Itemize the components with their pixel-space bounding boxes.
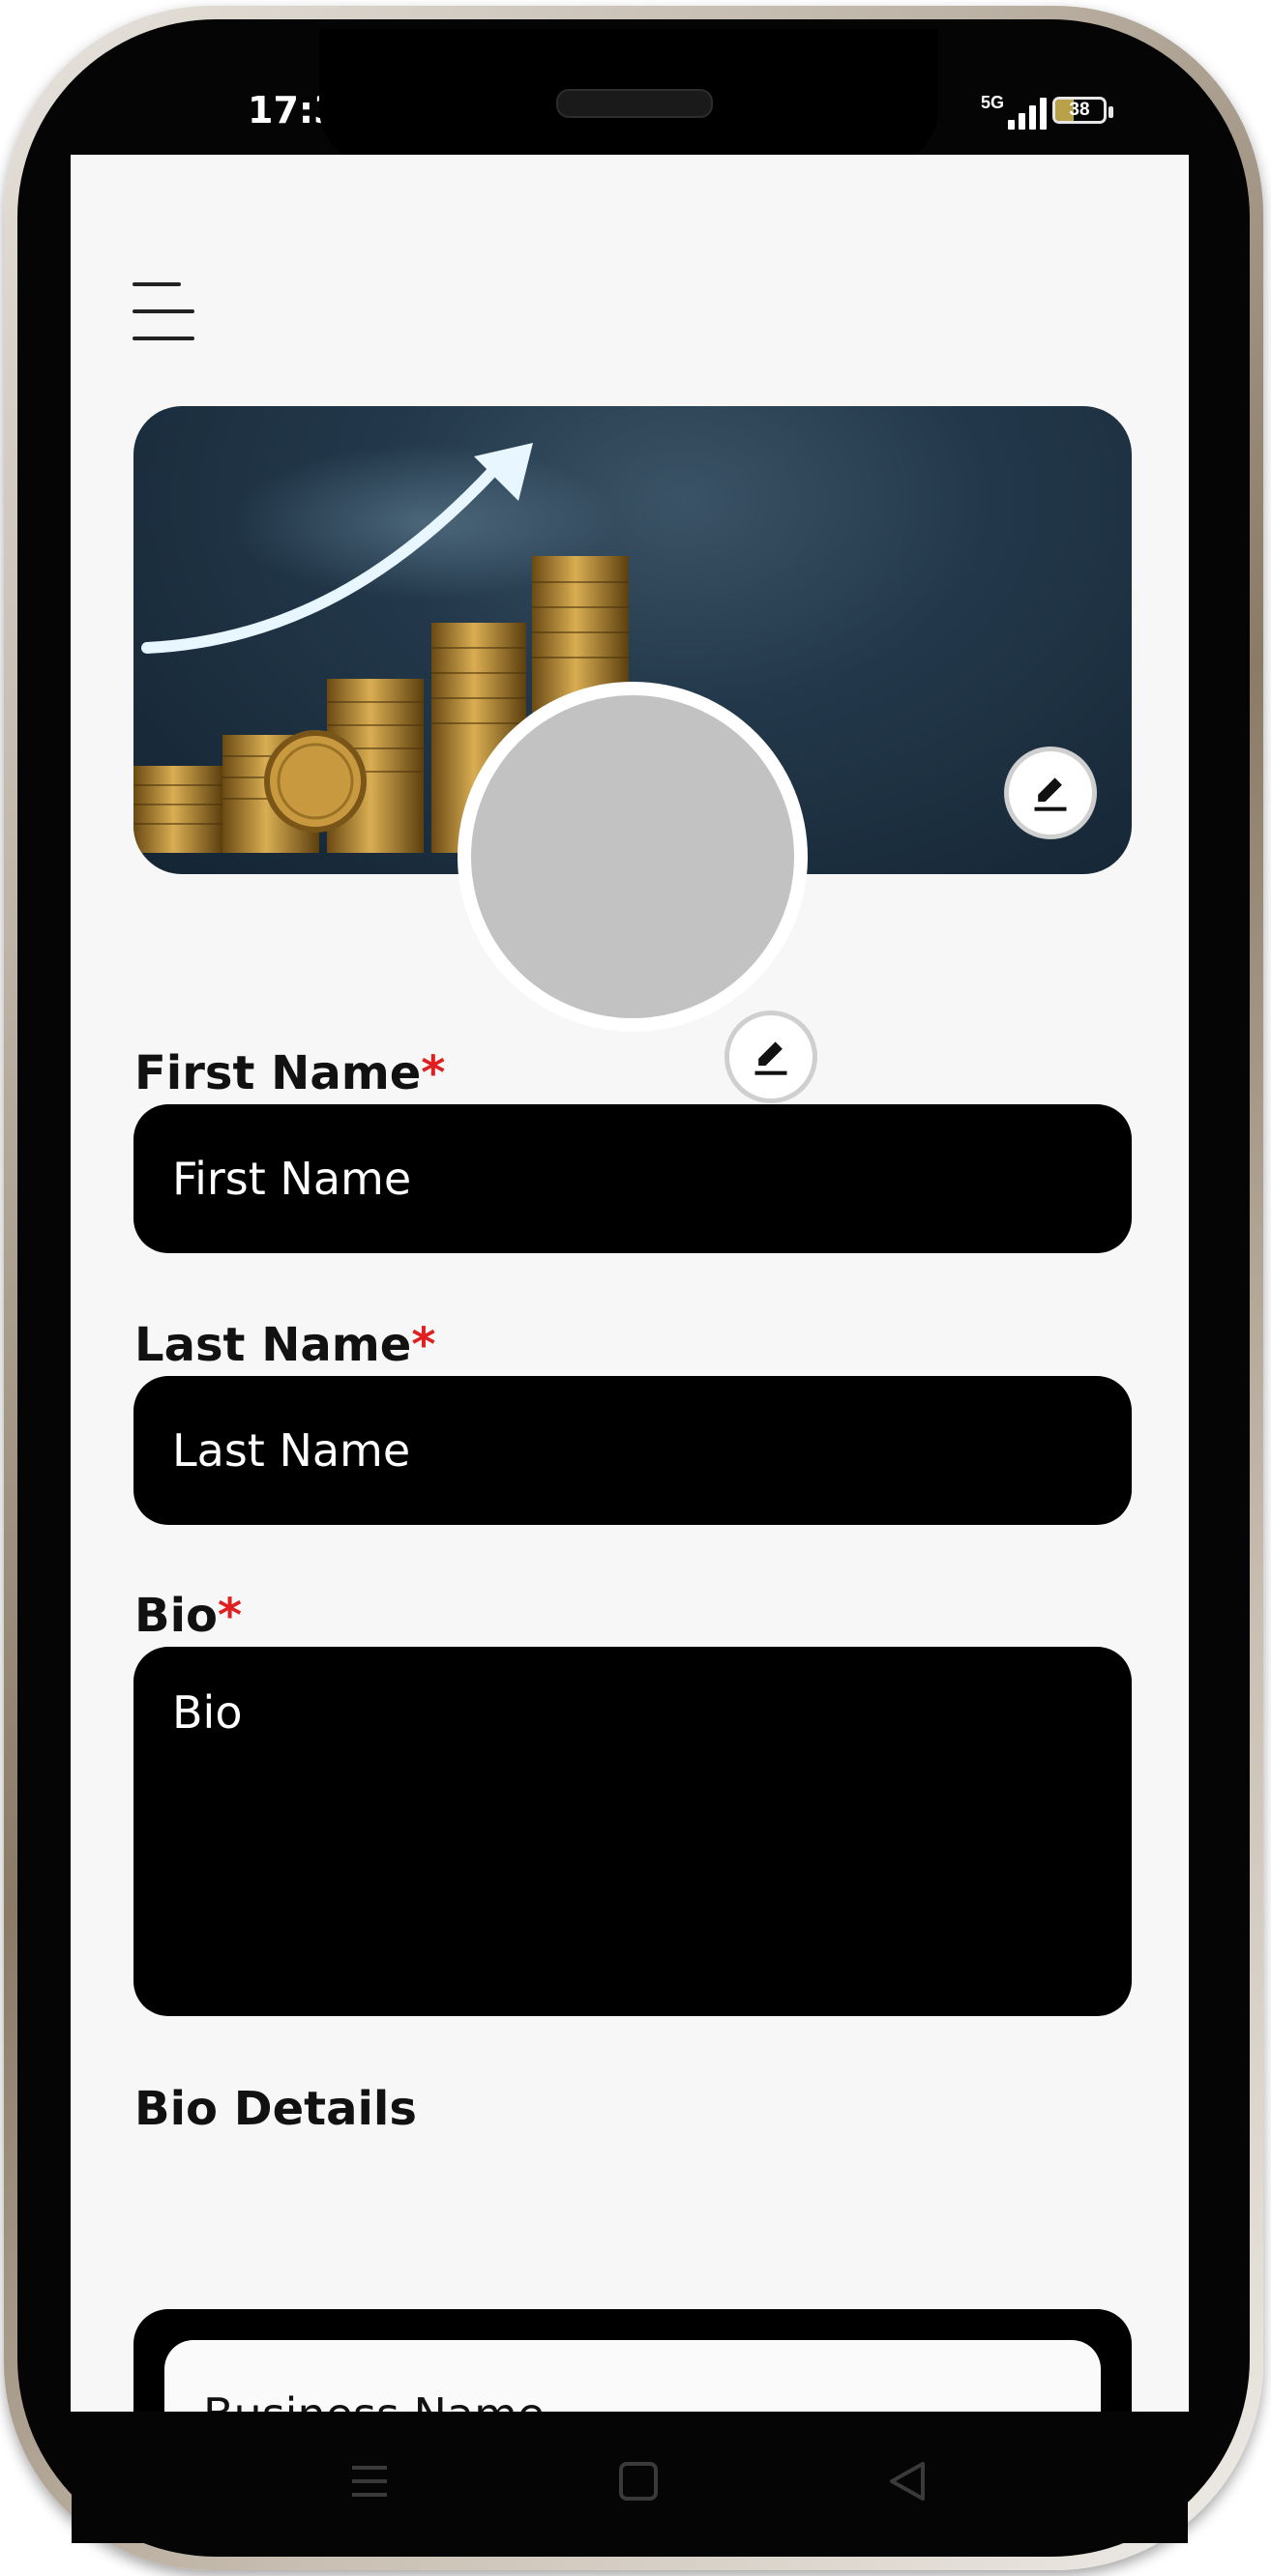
pencil-edit-icon	[1034, 777, 1067, 811]
bio-textarea[interactable]: Bio	[133, 1647, 1132, 2016]
battery-cap	[1108, 106, 1113, 118]
required-mark: *	[218, 1589, 243, 1643]
back-icon[interactable]	[886, 2460, 929, 2503]
avatar-frame	[458, 682, 808, 1032]
business-name-placeholder: Business Name	[203, 2388, 545, 2412]
signal-strength-icon	[1008, 97, 1052, 130]
edit-cover-button[interactable]	[1004, 746, 1097, 839]
edit-avatar-button[interactable]	[724, 1010, 817, 1103]
last-name-label: Last Name*	[134, 1318, 436, 1372]
status-icons: 5G 38	[967, 93, 1132, 132]
first-name-input[interactable]: First Name	[133, 1104, 1132, 1253]
bio-details-section: Business Name	[133, 2309, 1132, 2412]
system-nav-bar	[72, 2412, 1188, 2543]
first-name-placeholder: First Name	[172, 1153, 412, 1205]
last-name-placeholder: Last Name	[172, 1424, 411, 1477]
first-name-label: First Name*	[134, 1046, 446, 1100]
home-icon[interactable]	[617, 2460, 660, 2503]
required-mark: *	[411, 1318, 436, 1372]
battery-percent: 38	[1069, 100, 1090, 120]
recent-apps-icon[interactable]	[348, 2460, 391, 2503]
pencil-edit-icon	[754, 1041, 787, 1075]
earpiece-speaker	[556, 89, 713, 118]
app-screen: First Name* First Name Last Name* Last N…	[71, 155, 1189, 2412]
bio-placeholder: Bio	[172, 1686, 243, 1739]
avatar[interactable]	[471, 695, 794, 1018]
required-mark: *	[421, 1046, 446, 1100]
bio-details-heading: Bio Details	[134, 2082, 417, 2136]
network-type: 5G	[981, 93, 1005, 112]
bio-label: Bio*	[134, 1589, 243, 1643]
battery-icon: 38	[1052, 97, 1107, 124]
business-name-input[interactable]: Business Name	[164, 2340, 1101, 2412]
last-name-input[interactable]: Last Name	[133, 1376, 1132, 1525]
hamburger-menu-icon[interactable]	[133, 280, 198, 346]
